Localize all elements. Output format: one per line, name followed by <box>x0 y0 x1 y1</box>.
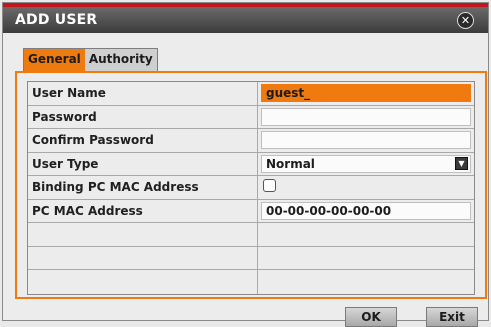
binding-mac-label: Binding PC MAC Address <box>28 176 258 199</box>
dialog-title: ADD USER <box>15 12 98 28</box>
user-type-label: User Type <box>28 152 258 175</box>
empty-row <box>28 223 474 247</box>
row-user-type: User Type Normal ▼ <box>28 152 474 176</box>
row-binding-mac: Binding PC MAC Address <box>28 176 474 200</box>
confirm-password-input[interactable] <box>261 131 471 149</box>
row-confirm-password: Confirm Password <box>28 129 474 153</box>
binding-mac-checkbox[interactable] <box>263 179 276 192</box>
row-user-name: User Name guest_ <box>28 82 474 106</box>
pc-mac-input[interactable]: 00-00-00-00-00-00 <box>261 201 471 220</box>
add-user-dialog: ADD USER ✕ General Authority User Name g… <box>2 2 489 327</box>
empty-row <box>28 270 474 294</box>
chevron-down-icon[interactable]: ▼ <box>455 156 468 170</box>
confirm-password-label: Confirm Password <box>28 129 258 152</box>
user-name-label: User Name <box>28 82 258 105</box>
user-name-input[interactable]: guest_ <box>261 84 471 102</box>
close-icon[interactable]: ✕ <box>457 12 474 29</box>
tab-general[interactable]: General <box>24 49 85 71</box>
password-input[interactable] <box>261 107 471 126</box>
ok-button[interactable]: OK <box>345 307 397 327</box>
row-pc-mac: PC MAC Address 00-00-00-00-00-00 <box>28 199 474 223</box>
password-label: Password <box>28 105 258 128</box>
empty-row <box>28 246 474 270</box>
title-bar: ADD USER ✕ <box>3 3 488 33</box>
row-password: Password <box>28 105 474 129</box>
general-panel: User Name guest_ Password Confirm Passwo… <box>15 71 487 299</box>
pc-mac-label: PC MAC Address <box>28 199 258 222</box>
user-type-value: Normal <box>266 156 315 171</box>
tab-bar: General Authority <box>23 48 158 71</box>
settings-grid: User Name guest_ Password Confirm Passwo… <box>27 81 475 295</box>
user-type-select[interactable]: Normal ▼ <box>261 154 471 173</box>
tab-authority[interactable]: Authority <box>85 49 157 71</box>
exit-button[interactable]: Exit <box>426 307 478 327</box>
